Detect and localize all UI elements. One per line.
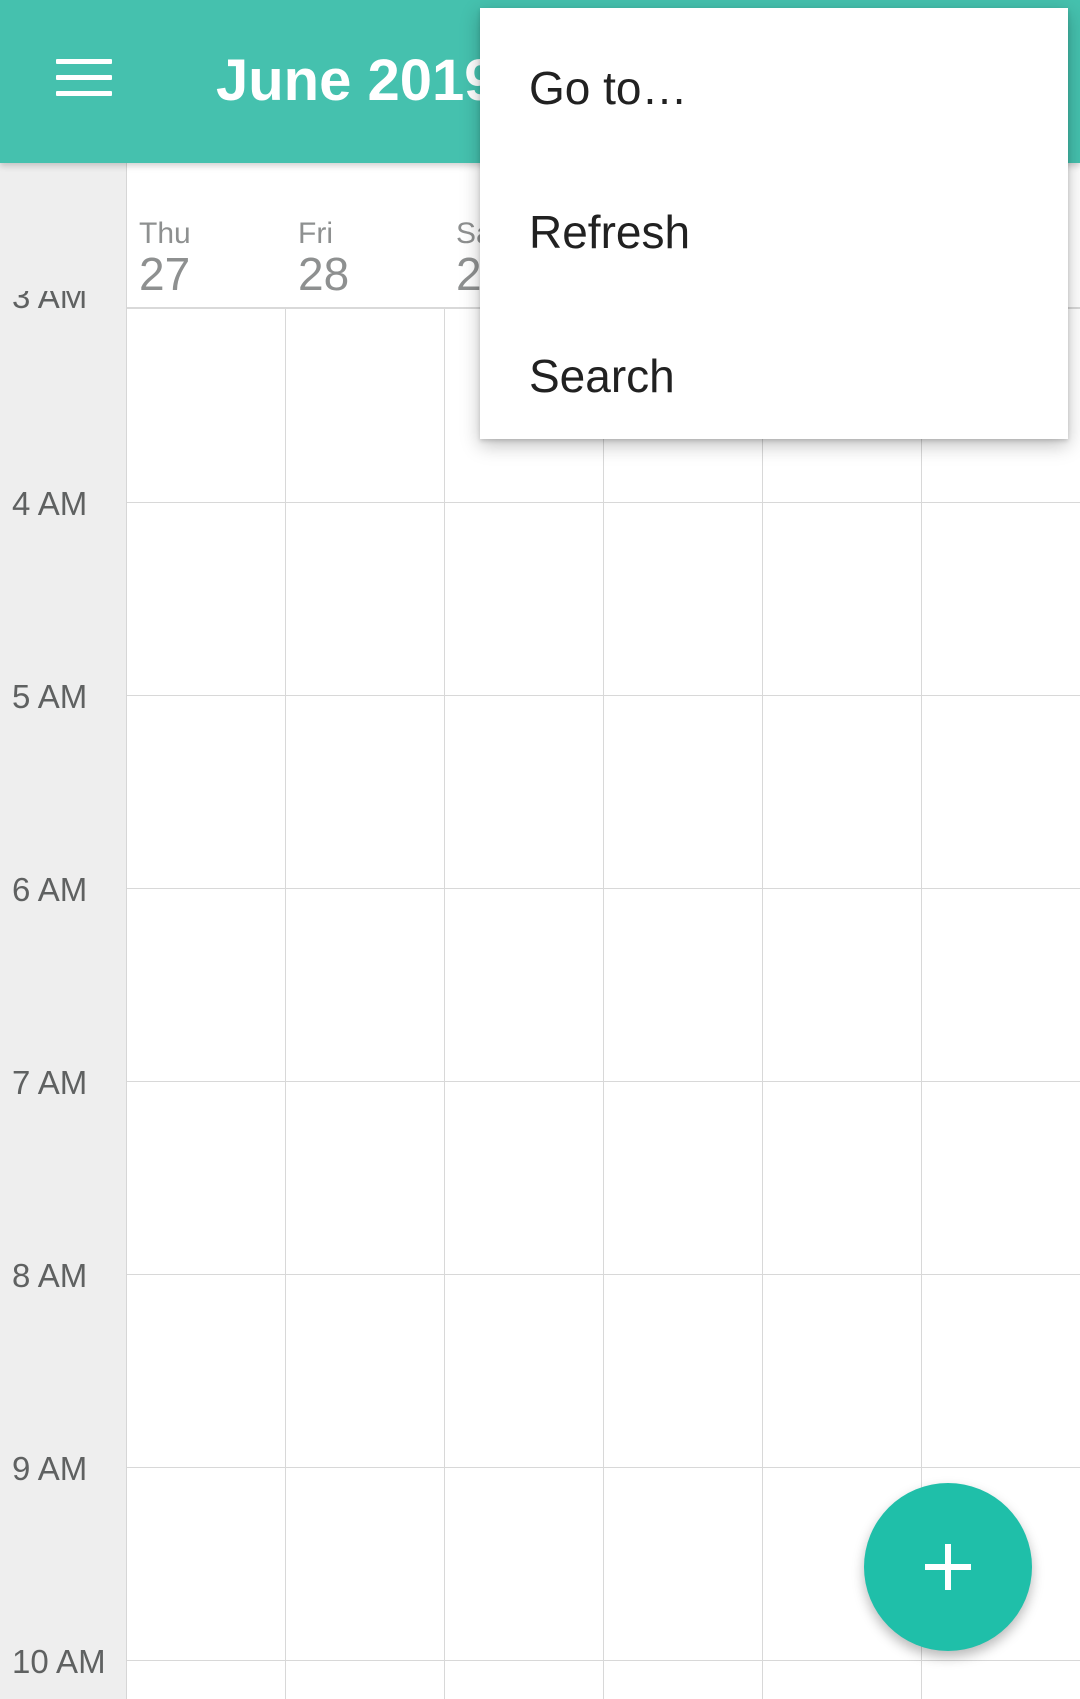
menu-item-go-to[interactable]: Go to… [480,16,1068,160]
plus-icon [925,1544,971,1590]
time-label-3am: 3 AM [12,278,88,315]
hour-divider [127,888,1080,889]
column-divider [762,309,763,1699]
day-name: Thu [139,217,191,250]
column-divider [444,309,445,1699]
time-label-10am: 10 AM [12,1643,106,1680]
day-name: Fri [298,217,333,250]
day-number: 27 [139,248,191,300]
hour-divider [127,695,1080,696]
add-event-button[interactable] [864,1483,1032,1651]
time-label-6am: 6 AM [12,871,88,908]
menu-item-search[interactable]: Search [480,304,1068,448]
calendar-week-view: June 2019 Thu 27 Fri 28 Sat 29 3 AM 4 AM… [0,0,1080,1699]
hour-divider [127,1467,1080,1468]
time-label-8am: 8 AM [12,1257,88,1294]
day-number: 28 [298,248,350,300]
hour-divider [127,502,1080,503]
navigation-drawer-button[interactable] [34,38,134,118]
overflow-menu: Go to… Refresh Search [480,8,1068,439]
day-header-thu[interactable]: Thu 27 [139,217,191,300]
hour-divider [127,1081,1080,1082]
time-label-5am: 5 AM [12,678,88,715]
hour-divider [127,1274,1080,1275]
month-title[interactable]: June 2019 [216,48,497,114]
day-header-fri[interactable]: Fri 28 [298,217,350,300]
column-divider [285,309,286,1699]
time-label-4am: 4 AM [12,485,88,522]
time-label-9am: 9 AM [12,1450,88,1487]
time-label-7am: 7 AM [12,1064,88,1101]
hamburger-menu-icon [56,59,112,97]
time-gutter: 3 AM 4 AM 5 AM 6 AM 7 AM 8 AM 9 AM 10 AM [0,163,127,1699]
hour-divider [127,1660,1080,1661]
column-divider [603,309,604,1699]
menu-item-refresh[interactable]: Refresh [480,160,1068,304]
